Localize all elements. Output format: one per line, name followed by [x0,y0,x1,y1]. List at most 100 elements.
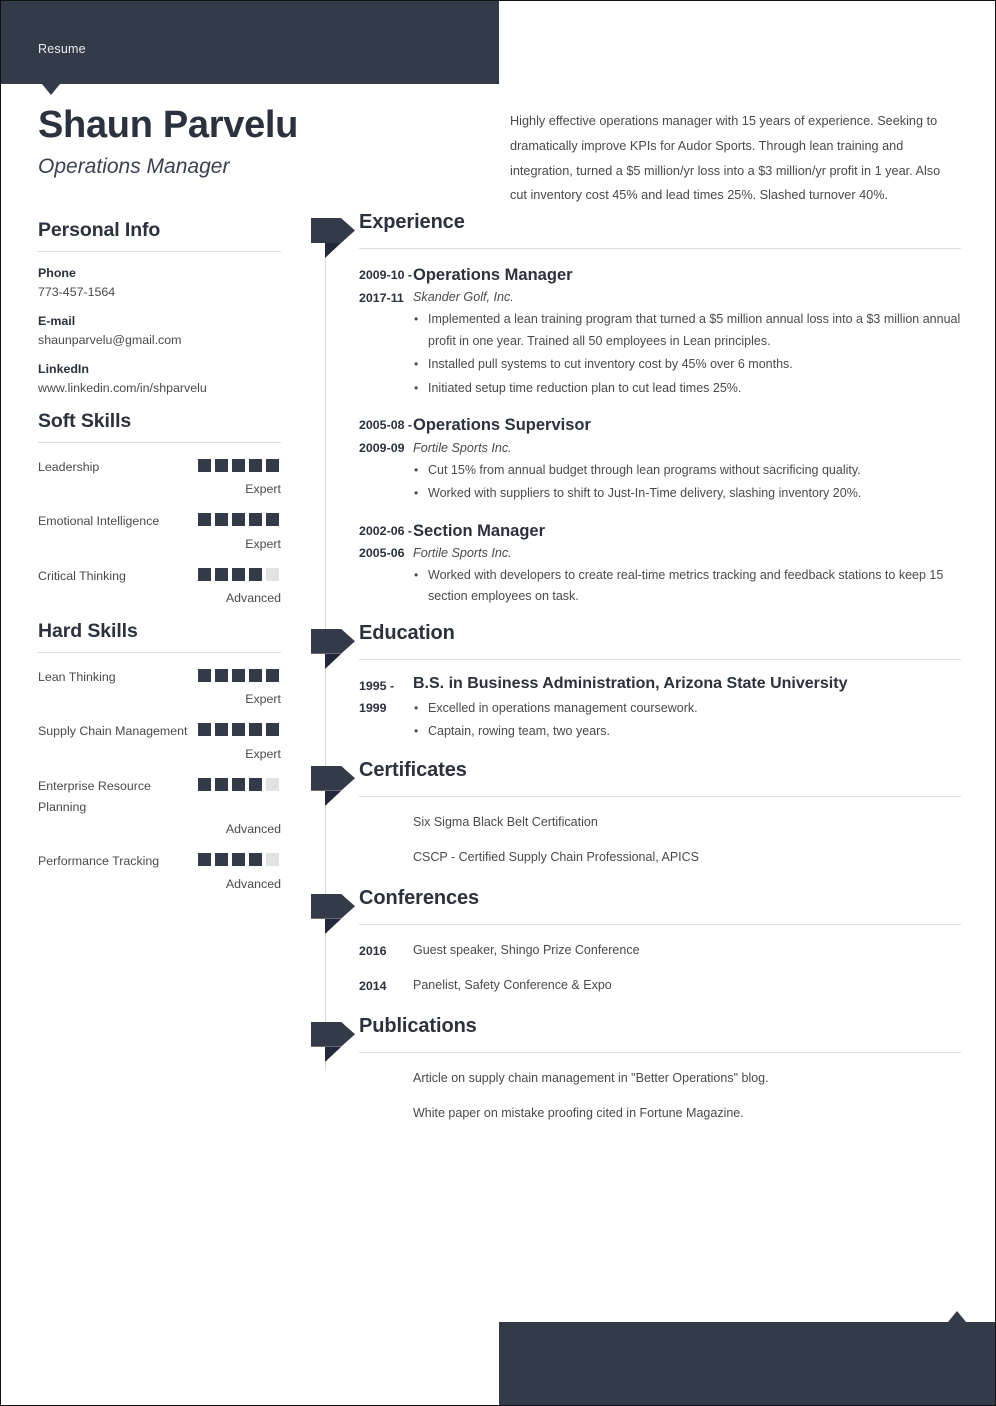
rating-square [266,459,279,472]
experience-entry: 2002-06 - 2005-06 Section Manager Fortile … [311,507,961,610]
entry-date [311,1103,413,1139]
skill-level: Advanced [225,876,281,891]
rating-square [198,777,211,791]
main-content: Experience 2009-10 - 2017-11 Operations M… [311,211,961,1139]
contact-item-linkedin: LinkedIn www.linkedin.com/in/shparvelu [38,362,281,395]
job-role: Operations Manager [413,266,573,284]
certificates-section: Certificates Six Sigma Black Belt Certif… [311,759,961,883]
skill-level: Advanced [225,822,281,837]
entry-date: 2005-08 - 2009-09 [359,418,413,455]
soft-skills-section: Soft Skills Leadership Expert Emotional In… [38,410,281,605]
conference-year: 2016 [359,943,387,958]
skill-row: Emotional Intelligence Expert [38,511,281,551]
divider [359,248,961,249]
phone-value[interactable]: 773-457-1564 [38,285,281,299]
entry-body: Section Manager Fortile Sports Inc. Worked… [413,520,961,610]
rating-square [232,668,245,682]
publication-name: White paper on mistake proofing cited in… [413,1106,744,1121]
hard-skills-section: Hard Skills Lean Thinking Expert Supply Ch… [38,620,281,891]
rating-square [198,723,211,737]
contact-label: LinkedIn [38,362,89,376]
rating-square [215,459,228,472]
skill-level: Expert [245,692,281,707]
rating-square [266,723,279,737]
bullet-item: Worked with developers to create real-ti… [413,565,961,608]
email-value[interactable]: shaunparvelu@gmail.com [38,333,281,347]
publications-heading: Publications [359,1014,477,1037]
job-role: Section Manager [413,521,546,540]
entry-body: Guest speaker, Shingo Prize Conference [413,940,961,976]
experience-heading: Experience [359,211,465,233]
employer-name: Skander Golf, Inc. [413,290,514,305]
professional-summary: Highly effective operations manager with… [510,114,941,203]
experience-entries: 2009-10 - 2017-11 Operations Manager Skand… [311,251,961,610]
rating-square [232,513,245,527]
rating-square [215,853,228,867]
rating-square [215,723,228,737]
skill-name: Enterprise Resource Planning [38,778,151,814]
divider [359,658,961,660]
rating-square [232,459,245,472]
rating-square [266,853,279,867]
entry-body: Operations Manager Skander Golf, Inc. Impl… [413,264,961,401]
divider [359,795,961,797]
linkedin-value[interactable]: www.linkedin.com/in/shparvelu [38,381,281,395]
rating-square [249,459,262,472]
certificate-row: Six Sigma Black Belt Certification [311,812,961,848]
rating-square [198,513,211,527]
flag-tail-icon [325,790,341,806]
entry-date: 1995 - 1999 [359,678,395,716]
rating-square [266,777,279,791]
contact-item-email: E-mail shaunparvelu@gmail.com [38,314,281,347]
bullet-item: Worked with suppliers to shift to Just-I… [413,483,961,505]
flag-tail-icon [325,918,341,934]
divider [359,923,961,925]
flag-marker-icon [311,893,355,919]
document-label: Resume [38,42,86,56]
bullet-item: Installed pull systems to cut inventory … [413,354,961,376]
experience-entry: 2005-08 - 2009-09 Operations Supervisor Fo… [311,401,961,506]
certificates-list: Six Sigma Black Belt Certification CSCP -… [311,799,961,883]
skill-rating [198,567,279,581]
conference-name: Panelist, Safety Conference & Expo [413,978,612,993]
entry-date [311,812,413,848]
skill-name: Critical Thinking [38,568,126,583]
bullet-list: Excelled in operations management course… [413,698,961,743]
divider [38,651,281,653]
rating-square [266,513,279,527]
employer-name: Fortile Sports Inc. [413,545,512,560]
rating-square [215,513,228,527]
skill-rating [198,723,279,737]
education-entry: 1995 - 1999 B.S. in Business Administrati… [311,662,961,745]
rating-square [232,853,245,867]
rating-square [249,567,262,581]
certificates-heading: Certificates [359,758,467,781]
candidate-name: Shaun Parvelu [38,104,299,146]
skill-row: Critical Thinking Advanced [38,566,281,605]
bullet-item: Captain, rowing team, two years. [413,721,961,743]
entry-date: 2002-06 - 2005-06 [359,523,413,561]
rating-square [266,567,279,581]
bullet-item: Cut 15% from annual budget through lean … [413,460,961,482]
flag-marker-icon [311,628,355,654]
flag-marker-icon [311,1021,355,1047]
contact-item-phone: Phone 773-457-1564 [38,266,281,299]
identity-block: Shaun Parvelu Operations Manager [38,104,478,179]
entry-body: Six Sigma Black Belt Certification [413,812,961,848]
candidate-job-title: Operations Manager [38,154,230,178]
rating-square [215,668,228,682]
rating-square [198,853,211,867]
skill-level: Expert [245,536,281,551]
resume-page: Resume Shaun Parvelu Operations Manager … [0,0,996,1406]
education-heading: Education [359,621,455,644]
rating-square [249,513,262,527]
education-section: Education 1995 - 1999 B.S. in Business Ad… [311,622,961,745]
employer-name: Fortile Sports Inc. [413,440,512,455]
entry-body: Article on supply chain management in "B… [413,1068,961,1104]
rating-square [249,668,262,682]
conferences-section: Conferences 2016 Guest speaker, Shingo Pr… [311,887,961,1011]
skill-row: Supply Chain Management Expert [38,721,281,761]
personal-info-section: Personal Info Phone 773-457-1564 E-mail … [38,219,281,395]
experience-entry: 2009-10 - 2017-11 Operations Manager Skand… [311,251,961,401]
entry-body: Operations Supervisor Fortile Sports Inc.… [413,414,961,506]
